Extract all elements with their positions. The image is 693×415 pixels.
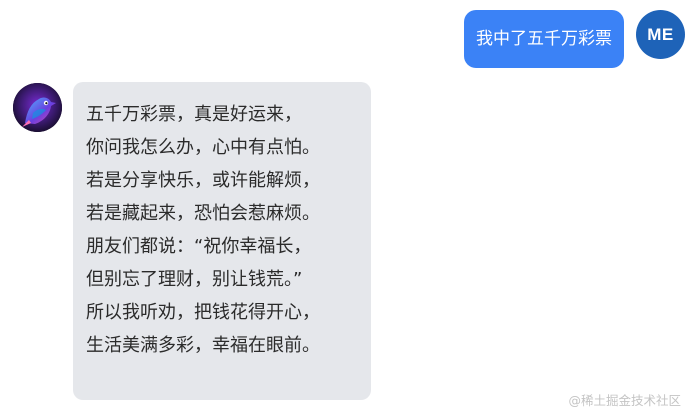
message-line: 若是藏起来，恐怕会惹麻烦。	[86, 203, 320, 224]
user-avatar: ME	[636, 10, 685, 59]
bot-message-bubble: 五千万彩票，真是好运来， 你问我怎么办，心中有点怕。 若是分享快乐，或许能解烦，…	[73, 82, 371, 400]
message-line: 朋友们都说：“祝你幸福长，	[86, 236, 312, 257]
message-line: 若是分享快乐，或许能解烦，	[86, 170, 320, 191]
message-line: 所以我听劝，把钱花得开心，	[86, 302, 320, 323]
chat-view: 我中了五千万彩票 ME 五千万彩票，真是好运来， 你问我怎么办，心中有点怕。 若…	[0, 0, 693, 415]
message-line: 你问我怎么办，心中有点怕。	[86, 137, 320, 158]
message-line: 但别忘了理财，别让钱荒。”	[86, 269, 303, 290]
user-message-bubble: 我中了五千万彩票	[464, 10, 624, 68]
message-line: 生活美满多彩，幸福在眼前。	[86, 335, 320, 356]
watermark: @稀土掘金技术社区	[568, 393, 681, 408]
message-line: 五千万彩票，真是好运来，	[86, 104, 302, 125]
user-message-row: 我中了五千万彩票 ME	[464, 10, 685, 68]
bird-avatar-icon	[13, 83, 62, 132]
